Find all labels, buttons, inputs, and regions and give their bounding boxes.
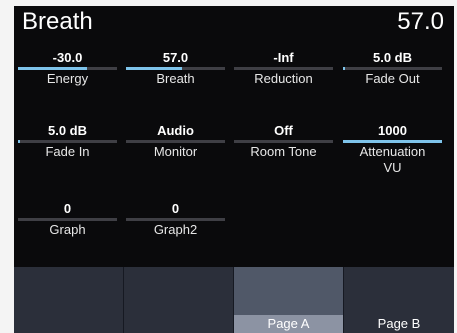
param-value: Off [274,123,293,138]
param-level-fill [343,140,442,143]
softkey-page-a[interactable]: Page A [234,267,344,333]
param-value: Audio [157,123,194,138]
param-fade-in[interactable]: 5.0 dB Fade In [16,123,119,169]
param-level-bar [18,140,117,143]
param-room-tone[interactable]: Off Room Tone [232,123,335,169]
param-name: Attenuation VU [359,144,426,175]
param-value: 0 [171,201,180,216]
softkey-label: Page B [377,316,421,331]
softkey-label [14,315,123,333]
param-name: Monitor [153,144,198,159]
parameter-value: 57.0 [397,8,444,35]
param-level-bar [126,67,225,70]
param-level-bar [343,67,442,70]
param-graph[interactable]: 0 Graph [16,201,119,247]
param-value: 5.0 dB [47,123,87,138]
param-value: 1000 [378,123,407,138]
param-value: 0 [63,201,72,216]
param-name: Breath [156,71,195,86]
header-bar: Breath 57.0 [14,6,454,40]
param-name: Reduction [254,71,313,86]
softkey-bar: Page A Page B [14,267,454,333]
param-name: Fade Out [365,71,420,86]
param-name: Energy [46,71,89,86]
softkey-page-b[interactable]: Page B [344,267,454,333]
param-value: -30.0 [52,50,83,65]
param-energy[interactable]: -30.0 Energy [16,50,119,96]
param-level-fill [18,140,20,143]
param-attenuation-vu[interactable]: 1000 Attenuation VU [341,123,444,175]
param-graph2[interactable]: 0 Graph2 [124,201,227,247]
param-monitor[interactable]: Audio Monitor [124,123,227,169]
softkey-label: Page A [234,315,343,333]
param-value: -Inf [273,50,294,65]
param-level-bar [126,140,225,143]
softkey-2[interactable] [124,267,234,333]
device-screen: Breath 57.0 -30.0 Energy 57.0 Breath -In… [14,6,454,333]
param-level-bar [343,140,442,143]
param-level-bar [18,218,117,221]
param-breath[interactable]: 57.0 Breath [124,50,227,96]
param-name: Graph [49,222,86,237]
param-value: 5.0 dB [372,50,412,65]
softkey-1[interactable] [14,267,124,333]
param-level-fill [18,67,88,70]
param-level-bar [18,67,117,70]
param-level-bar [234,67,333,70]
softkey-label [124,315,233,333]
param-value: 57.0 [162,50,189,65]
param-level-bar [234,140,333,143]
param-name: Room Tone [250,144,317,159]
param-level-fill [343,67,345,70]
param-level-bar [126,218,225,221]
param-level-fill [126,67,183,70]
param-name: Graph2 [153,222,198,237]
param-name: Fade In [45,144,90,159]
param-fade-out[interactable]: 5.0 dB Fade Out [341,50,444,96]
param-reduction[interactable]: -Inf Reduction [232,50,335,96]
parameter-title: Breath [22,8,93,35]
